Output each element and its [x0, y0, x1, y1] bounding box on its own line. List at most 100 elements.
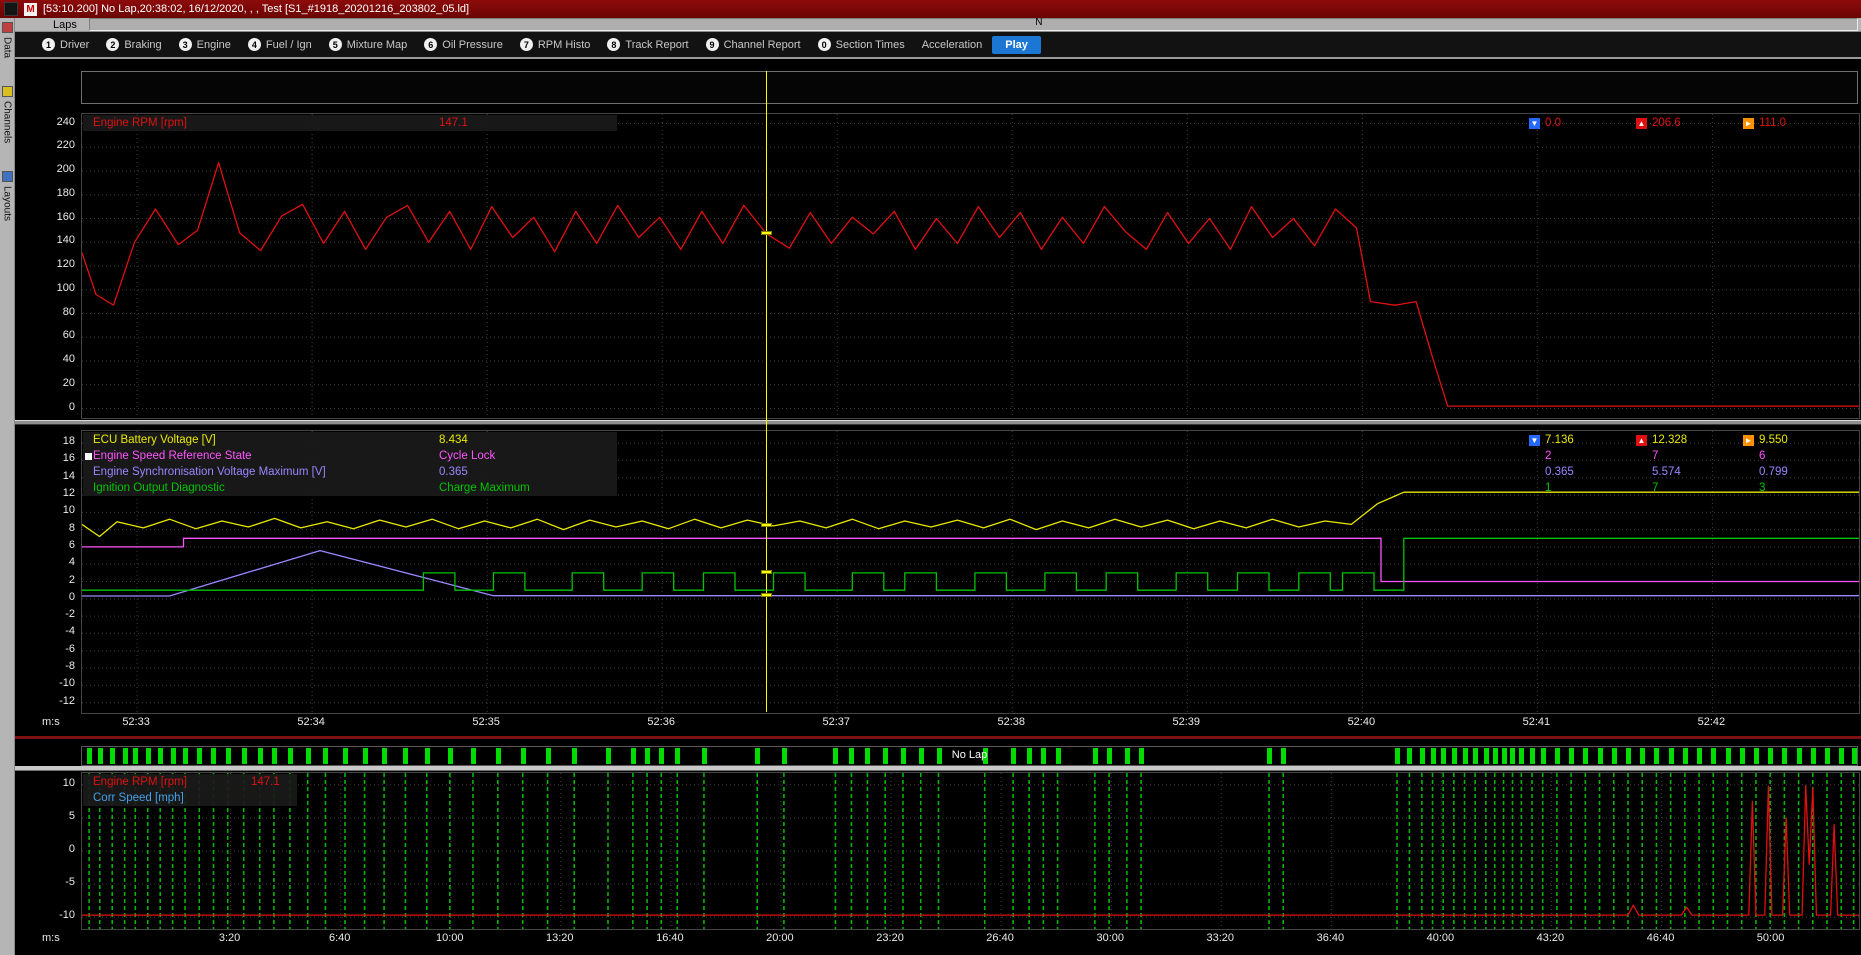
tab-oil-pressure[interactable]: 6 Oil Pressure [417, 36, 510, 54]
sidebar-tab-layouts[interactable]: Layouts [2, 171, 13, 221]
channel-cursor-value: 147.1 [251, 774, 280, 790]
laps-bar: Laps N [15, 18, 1861, 32]
y-axis-tick-label: -12 [59, 695, 75, 707]
time-axis-unit: m:s [42, 932, 60, 944]
sidebar-tab-label: Layouts [2, 186, 13, 221]
tab-rpm-histo[interactable]: 7RPM Histo [513, 36, 598, 54]
channel-row-engine-sync-voltage-max[interactable]: Engine Synchronisation Voltage Maximum [… [83, 464, 617, 480]
engine-rpm-plot[interactable] [81, 113, 1860, 419]
worksheet-tab-bar: 1Driver 2 Braking 3Engine4Fuel / Ign5Mixtur… [15, 32, 1861, 59]
x-axis-tick-label: 52:35 [472, 716, 500, 728]
tab-fuel-ign[interactable]: 4Fuel / Ign [241, 36, 319, 54]
title-bar[interactable]: M [53:10.200] No Lap,20:38:02, 16/12/202… [0, 0, 1861, 18]
overview-time-axis: 3:206:4010:0013:2016:4020:0023:2026:4030… [81, 932, 1858, 946]
stat-min-value: 0.0 [1545, 117, 1561, 129]
tab-number-badge: 8 [607, 38, 620, 51]
y-axis-tick-label: 240 [57, 116, 75, 128]
laps-label: Laps [53, 19, 77, 31]
timeline-cursor[interactable] [766, 71, 767, 712]
channels-panel-icon [2, 86, 13, 97]
tab-label: Oil Pressure [442, 39, 503, 51]
channel-row-ignition-output-diagnostic[interactable]: Ignition Output Diagnostic Charge Maximu… [83, 480, 617, 496]
sidebar-tab-data[interactable]: Data [2, 22, 13, 58]
window-title: [53:10.200] No Lap,20:38:02, 16/12/2020,… [43, 3, 469, 15]
stat-max-value: 12.328 [1652, 434, 1687, 446]
channel-row-corr-speed[interactable]: Corr Speed [mph] [83, 790, 297, 806]
y-axis-tick-label: 20 [63, 377, 75, 389]
cursor-value-marker [761, 593, 772, 597]
main-time-axis: 52:3352:3452:3552:3652:3752:3852:3952:40… [81, 716, 1858, 730]
section-separator [15, 736, 1861, 739]
y-axis-tick-label: 220 [57, 139, 75, 151]
tab-play[interactable]: Play [992, 36, 1041, 54]
tab-mixture-map[interactable]: 5Mixture Map [322, 36, 415, 54]
stat-min-value: 1 [1545, 482, 1551, 494]
x-axis-tick-label: 52:37 [822, 716, 850, 728]
motec-logo-icon: M [24, 3, 37, 16]
tab-track-report[interactable]: 8Track Report [600, 36, 695, 54]
chart1-stats: ▼ 0.0 ▲ 206.6 ► 111.0 [1529, 115, 1850, 131]
y-axis-tick-label: 0 [69, 591, 75, 603]
y-axis-tick-label: 60 [63, 329, 75, 341]
sidebar-tab-label: Data [2, 37, 13, 58]
layouts-panel-icon [2, 171, 13, 182]
y-axis-tick-label: -6 [65, 643, 75, 655]
no-lap-label: No Lap [82, 749, 1857, 761]
y-axis-tick-label: 4 [69, 556, 75, 568]
y-axis-tick-label: 0 [69, 843, 75, 855]
stat-mean-value: 6 [1759, 450, 1765, 462]
y-axis-tick-label: 14 [63, 470, 75, 482]
channel-cursor-value: 147.1 [439, 115, 468, 131]
tab-number-badge: 6 [424, 38, 437, 51]
stat-mean-value: 111.0 [1759, 117, 1786, 129]
tab-label: Braking [124, 39, 161, 51]
x-axis-tick-label: 43:20 [1537, 932, 1565, 944]
tab-label: Driver [60, 39, 89, 51]
time-overview-band[interactable] [81, 71, 1858, 104]
lap-markers-strip[interactable]: No Lap [81, 746, 1858, 766]
channel-name: Engine Speed Reference State [93, 450, 252, 462]
channel-row-engine-rpm[interactable]: Engine RPM [rpm] 147.1 [83, 774, 297, 790]
tab-section-times[interactable]: 0Section Times [811, 36, 912, 54]
x-axis-tick-label: 52:40 [1348, 716, 1376, 728]
x-axis-tick-label: 10:00 [436, 932, 464, 944]
dock-sidebar: Data Channels Layouts [0, 18, 15, 955]
tab-driver[interactable]: 1Driver [35, 36, 96, 54]
min-icon: ▼ [1529, 118, 1540, 129]
sidebar-tab-channels[interactable]: Channels [2, 86, 13, 143]
lap-marker-n: N [1035, 17, 1042, 28]
stat-mean-value: 0.799 [1759, 466, 1788, 478]
y-axis-tick-label: 8 [69, 522, 75, 534]
cursor-value-marker [761, 570, 772, 574]
tab-label: Fuel / Ign [266, 39, 312, 51]
x-axis-tick-label: 33:20 [1206, 932, 1234, 944]
tab-braking[interactable]: 2 Braking [99, 36, 168, 54]
y-axis-tick-label: 16 [63, 452, 75, 464]
stat-max-value: 7 [1652, 482, 1658, 494]
tab-number-badge: 2 [106, 38, 119, 51]
y-axis-tick-label: 12 [63, 487, 75, 499]
tab-number-badge: 0 [818, 38, 831, 51]
chart1-legend: Engine RPM [rpm] 147.1 [83, 115, 617, 131]
x-axis-tick-label: 46:40 [1647, 932, 1675, 944]
chart3-y-axis: 1050-5-10 [40, 772, 78, 928]
tab-label: Mixture Map [347, 39, 408, 51]
tab-engine[interactable]: 3Engine [172, 36, 238, 54]
channel-name: Engine RPM [rpm] [93, 117, 187, 129]
y-axis-tick-label: 10 [63, 777, 75, 789]
y-axis-tick-label: 6 [69, 539, 75, 551]
cursor-value-marker [761, 523, 772, 527]
tab-channel-report[interactable]: 9Channel Report [699, 36, 808, 54]
chart-splitter[interactable] [15, 420, 1861, 425]
chart2-legend: ECU Battery Voltage [V] 8.434 Engine Spe… [83, 432, 617, 496]
x-axis-tick-label: 36:40 [1317, 932, 1345, 944]
strip-separator [15, 766, 1861, 771]
y-axis-tick-label: 5 [69, 810, 75, 822]
x-axis-tick-label: 52:42 [1698, 716, 1726, 728]
tab-acceleration[interactable]: Acceleration [915, 36, 990, 54]
channel-row-engine-speed-reference-state[interactable]: Engine Speed Reference State Cycle Lock [83, 448, 617, 464]
channel-row-ecu-battery-voltage[interactable]: ECU Battery Voltage [V] 8.434 [83, 432, 617, 448]
session-overview-plot[interactable] [81, 772, 1860, 930]
channel-row-engine-rpm[interactable]: Engine RPM [rpm] 147.1 [83, 115, 617, 131]
laps-timeline[interactable]: N [89, 18, 1858, 31]
